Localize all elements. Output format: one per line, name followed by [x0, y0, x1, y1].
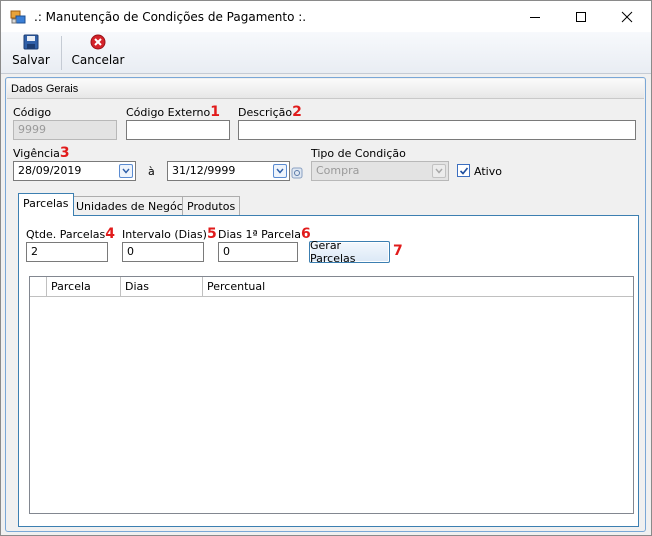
tipo-condicao-value: Compra [316, 164, 360, 177]
codigo-label: Código [13, 106, 52, 119]
codigo-input: 9999 [13, 120, 117, 140]
tab-parcelas[interactable]: Parcelas [18, 193, 74, 216]
tipo-condicao-label: Tipo de Condição [311, 147, 406, 160]
chevron-down-icon [435, 168, 443, 174]
grid-column-parcela[interactable]: Parcela [47, 277, 121, 296]
title-bar: .: Manutenção de Condições de Pagamento … [1, 1, 651, 32]
marker-4: 4 [105, 226, 115, 242]
minimize-button[interactable] [512, 1, 558, 32]
window-title: .: Manutenção de Condições de Pagamento … [34, 10, 307, 24]
group-header: Dados Gerais [7, 79, 644, 99]
codigo-externo-input[interactable] [126, 120, 230, 140]
tab-content-parcelas: Qtde. Parcelas4 Intervalo (Dias)5 Dias 1… [18, 215, 639, 527]
intervalo-input[interactable]: 0 [122, 242, 204, 262]
save-label: Salvar [12, 53, 50, 67]
close-button[interactable] [604, 1, 650, 32]
vigencia-to-value: 31/12/9999 [172, 164, 236, 177]
vigencia-from-datepicker[interactable]: 28/09/2019 [13, 161, 136, 181]
cancel-icon [90, 34, 106, 50]
maximize-button[interactable] [558, 1, 604, 32]
descricao-label: Descrição2 [238, 104, 302, 120]
grid-header: Parcela Dias Percentual [30, 277, 633, 297]
main-panel: Dados Gerais Código Código Externo1 Desc… [5, 77, 646, 532]
codigo-externo-label: Código Externo1 [126, 104, 220, 120]
qtde-parcelas-label: Qtde. Parcelas4 [26, 226, 115, 242]
marker-1: 1 [210, 104, 220, 120]
marker-3: 3 [59, 145, 70, 161]
clear-date-icon[interactable] [291, 165, 303, 179]
vigencia-from-value: 28/09/2019 [18, 164, 82, 177]
marker-2: 2 [292, 104, 302, 120]
group-title: Dados Gerais [11, 83, 79, 95]
grid-column-dias[interactable]: Dias [121, 277, 203, 296]
minimize-icon [530, 16, 540, 18]
dias-primeira-input[interactable]: 0 [218, 242, 298, 262]
marker-5: 5 [206, 226, 217, 242]
grid-column-percentual[interactable]: Percentual [203, 277, 633, 296]
cancel-button[interactable]: Cancelar [69, 34, 127, 72]
chevron-down-icon [122, 168, 130, 174]
row-header-corner [30, 277, 47, 296]
chevron-down-icon [276, 168, 284, 174]
ativo-checkbox[interactable] [457, 164, 470, 177]
app-form-icon [10, 10, 26, 24]
vigencia-separator: à [148, 165, 155, 178]
vigencia-label: Vigência3 [13, 145, 70, 161]
checkmark-icon [459, 166, 468, 175]
maximize-icon [576, 11, 586, 22]
gerar-parcelas-button[interactable]: Gerar Parcelas [309, 239, 390, 265]
vigencia-from-dropdown[interactable] [119, 164, 133, 178]
floppy-disk-icon [23, 34, 39, 50]
dias-primeira-label: Dias 1ª Parcela6 [218, 226, 311, 242]
parcelas-grid[interactable]: Parcela Dias Percentual [29, 276, 634, 514]
toolbar: Salvar Cancelar [1, 32, 651, 74]
toolbar-separator [61, 36, 62, 70]
marker-7-wrapper: 7 [393, 243, 403, 259]
vigencia-to-datepicker[interactable]: 31/12/9999 [167, 161, 290, 181]
intervalo-label: Intervalo (Dias)5 [122, 226, 217, 242]
close-icon [621, 11, 633, 22]
tipo-condicao-dropdown [432, 164, 446, 178]
descricao-input[interactable] [238, 120, 636, 140]
payment-terms-window: .: Manutenção de Condições de Pagamento … [0, 0, 652, 536]
marker-7: 7 [393, 243, 403, 259]
save-button[interactable]: Salvar [7, 34, 55, 72]
tab-produtos[interactable]: Produtos [182, 196, 241, 216]
vigencia-to-dropdown[interactable] [273, 164, 287, 178]
qtde-parcelas-input[interactable]: 2 [26, 242, 108, 262]
tab-unidades-negocio[interactable]: Unidades de Negócio [71, 196, 198, 216]
cancel-label: Cancelar [71, 53, 125, 67]
tipo-condicao-select: Compra [311, 161, 449, 181]
ativo-label: Ativo [474, 165, 502, 178]
